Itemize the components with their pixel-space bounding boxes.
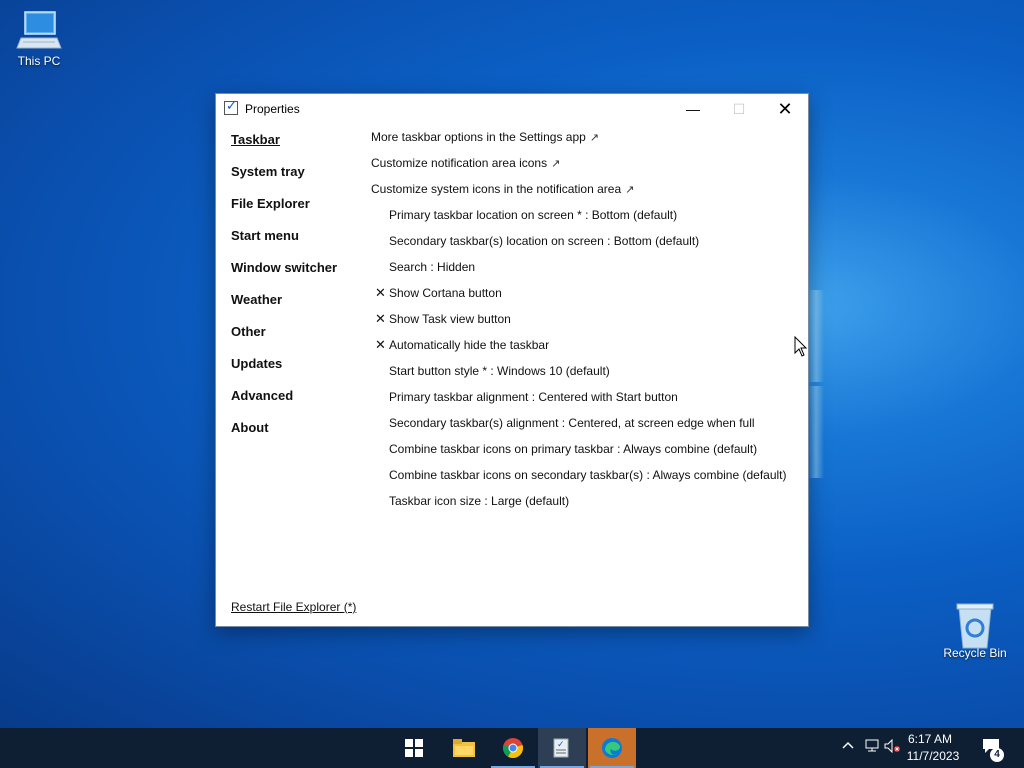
option-label: Show Cortana button	[389, 286, 502, 300]
maximize-button[interactable]: ☐	[716, 94, 762, 124]
nav-item-system-tray[interactable]: System tray	[231, 164, 305, 179]
option-start-button-style[interactable]: Start button style * : Windows 10 (defau…	[389, 364, 610, 378]
option-taskbar-icon-size[interactable]: Taskbar icon size : Large (default)	[389, 494, 569, 508]
taskbar: ✓ 6:17 AM 11/7/2023 4	[0, 728, 1024, 768]
option-search[interactable]: Search : Hidden	[389, 260, 475, 274]
nav-item-updates[interactable]: Updates	[231, 356, 282, 371]
properties-window: Properties — ☐ ✕ Taskbar System tray Fil…	[215, 93, 809, 627]
link-notification-icons[interactable]: Customize notification area icons ↗	[371, 156, 560, 170]
nav-item-advanced[interactable]: Advanced	[231, 388, 293, 403]
link-label: Customize system icons in the notificati…	[371, 182, 622, 196]
properties-app-icon	[224, 98, 238, 115]
option-combine-primary[interactable]: Combine taskbar icons on primary taskbar…	[389, 442, 757, 456]
windows-logo-icon	[405, 739, 423, 757]
chrome-icon	[503, 738, 523, 759]
checkmark-x-icon: ✕	[375, 311, 386, 326]
properties-app-icon: ✓	[553, 738, 569, 758]
mouse-cursor-icon	[794, 335, 808, 363]
svg-text:✓: ✓	[557, 740, 565, 750]
clock-date[interactable]: 11/7/2023	[900, 749, 966, 763]
file-explorer-button[interactable]	[440, 728, 488, 768]
option-auto-hide-taskbar[interactable]: ✕ Automatically hide the taskbar	[375, 337, 550, 352]
window-title: Properties	[245, 102, 300, 116]
network-icon[interactable]	[864, 739, 880, 756]
option-secondary-taskbar-location[interactable]: Secondary taskbar(s) location on screen …	[389, 234, 699, 248]
nav-item-window-switcher[interactable]: Window switcher	[231, 260, 337, 275]
show-hidden-icons-chevron-icon[interactable]	[842, 739, 854, 754]
nav-item-file-explorer[interactable]: File Explorer	[231, 196, 310, 211]
nav-item-weather[interactable]: Weather	[231, 292, 282, 307]
link-label: Customize notification area icons	[371, 156, 548, 170]
option-label: Show Task view button	[389, 312, 511, 326]
minimize-button[interactable]: —	[670, 94, 716, 124]
recycle-bin-icon	[951, 600, 999, 649]
title-bar[interactable]: Properties — ☐ ✕	[216, 94, 808, 124]
desktop-icon-label: This PC	[17, 54, 61, 68]
desktop-icon-this-pc[interactable]: This PC	[0, 8, 78, 68]
option-combine-secondary[interactable]: Combine taskbar icons on secondary taskb…	[389, 468, 787, 482]
computer-icon	[15, 8, 63, 52]
clock-time[interactable]: 6:17 AM	[900, 732, 960, 746]
wallpaper-beam	[808, 386, 824, 478]
properties-app-button[interactable]: ✓	[538, 728, 586, 768]
close-button[interactable]: ✕	[762, 94, 808, 124]
wallpaper-beam	[808, 290, 824, 382]
notification-count-badge: 4	[990, 748, 1004, 762]
link-system-icons[interactable]: Customize system icons in the notificati…	[371, 182, 634, 196]
restart-file-explorer-link[interactable]: Restart File Explorer (*)	[231, 600, 356, 614]
external-link-icon: ↗	[589, 132, 600, 144]
external-link-icon: ↗	[551, 158, 561, 170]
chrome-button[interactable]	[489, 728, 537, 768]
option-secondary-taskbar-alignment[interactable]: Secondary taskbar(s) alignment : Centere…	[389, 416, 755, 430]
checkmark-x-icon: ✕	[375, 285, 386, 300]
option-label: Automatically hide the taskbar	[389, 338, 550, 352]
edge-icon	[602, 738, 622, 758]
option-primary-taskbar-location[interactable]: Primary taskbar location on screen * : B…	[389, 208, 677, 222]
nav-item-about[interactable]: About	[231, 420, 269, 435]
option-primary-taskbar-alignment[interactable]: Primary taskbar alignment : Centered wit…	[389, 390, 678, 404]
option-show-task-view-button[interactable]: ✕ Show Task view button	[375, 311, 511, 326]
system-tray: 6:17 AM 11/7/2023 4	[824, 728, 1024, 768]
nav-item-other[interactable]: Other	[231, 324, 266, 339]
checkmark-x-icon: ✕	[375, 337, 386, 352]
edge-button[interactable]	[588, 728, 636, 768]
option-show-cortana-button[interactable]: ✕ Show Cortana button	[375, 285, 502, 300]
external-link-icon: ↗	[625, 184, 635, 196]
link-label: More taskbar options in the Settings app	[371, 130, 586, 144]
link-settings-app[interactable]: More taskbar options in the Settings app…	[371, 130, 599, 144]
folder-icon	[453, 739, 475, 757]
nav-item-start-menu[interactable]: Start menu	[231, 228, 299, 243]
nav-item-taskbar[interactable]: Taskbar	[231, 132, 280, 147]
start-button[interactable]	[390, 728, 438, 768]
desktop-icon-recycle-bin[interactable]: Recycle Bin	[936, 600, 1014, 660]
